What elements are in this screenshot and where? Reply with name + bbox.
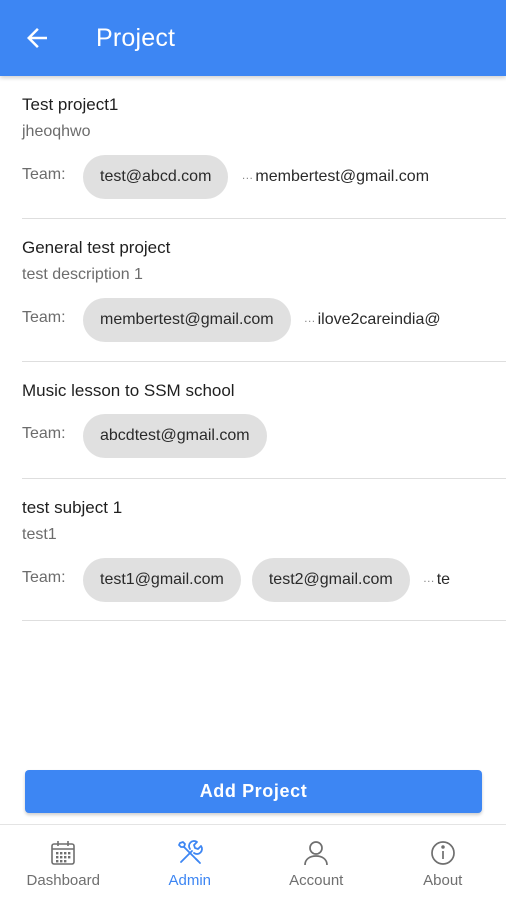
- project-description: test description 1: [22, 266, 143, 283]
- app-bar: Project: [0, 0, 506, 76]
- team-label: Team:: [22, 309, 66, 326]
- calendar-icon: [51, 841, 76, 865]
- project-name: test subject 1: [22, 498, 123, 517]
- page-title: Project: [96, 23, 176, 52]
- project-description: test1: [22, 526, 57, 543]
- team-member-overflow: membertest@gmail.com: [239, 168, 429, 186]
- team-row: Team: abcdtest@gmail.com: [22, 414, 506, 458]
- project-card[interactable]: test subject 1 test1 Team: test1@gmail.c…: [22, 479, 506, 621]
- nav-label: Admin: [168, 872, 212, 889]
- team-member-chip[interactable]: test2@gmail.com: [251, 558, 410, 602]
- project-list: Test project1 jheoqhwo Team: test@abcd.c…: [22, 76, 506, 621]
- nav-item-admin[interactable]: Admin: [127, 825, 254, 900]
- team-row: Team: test@abcd.com membertest@gmail.com: [22, 155, 506, 199]
- nav-label: Account: [289, 872, 344, 889]
- project-card[interactable]: General test project test description 1 …: [22, 219, 506, 362]
- team-label: Team:: [22, 569, 66, 586]
- info-icon: [430, 841, 455, 865]
- add-project-button[interactable]: Add Project: [25, 770, 482, 813]
- project-name: General test project: [22, 238, 171, 257]
- back-button[interactable]: [0, 0, 76, 76]
- arrow-left-icon: [27, 28, 47, 48]
- team-member-chip[interactable]: test1@gmail.com: [83, 558, 241, 602]
- team-row: Team: membertest@gmail.com ilove2careind…: [22, 298, 506, 342]
- nav-label: About: [423, 872, 463, 889]
- nav-item-about[interactable]: About: [380, 825, 506, 900]
- nav-item-dashboard[interactable]: Dashboard: [0, 825, 127, 900]
- team-member-overflow: te: [421, 571, 450, 589]
- bottom-navigation: Dashboard Admin Account About: [0, 824, 506, 900]
- team-member-overflow: ilove2careindia@: [302, 311, 441, 329]
- team-member-chip[interactable]: membertest@gmail.com: [83, 298, 291, 342]
- team-member-chip[interactable]: abcdtest@gmail.com: [83, 414, 267, 458]
- nav-item-account[interactable]: Account: [253, 825, 380, 900]
- nav-label: Dashboard: [26, 872, 100, 889]
- team-member-chip[interactable]: test@abcd.com: [83, 155, 229, 199]
- project-card[interactable]: Test project1 jheoqhwo Team: test@abcd.c…: [22, 76, 506, 219]
- team-label: Team:: [22, 166, 66, 183]
- tools-icon: [177, 840, 203, 864]
- project-card[interactable]: Music lesson to SSM school Team: abcdtes…: [22, 362, 506, 479]
- project-name: Music lesson to SSM school: [22, 381, 235, 400]
- project-name: Test project1: [22, 95, 119, 114]
- team-label: Team:: [22, 425, 66, 442]
- project-description: jheoqhwo: [22, 123, 91, 140]
- user-icon: [304, 841, 329, 866]
- team-row: Team: test1@gmail.com test2@gmail.com te: [22, 558, 506, 602]
